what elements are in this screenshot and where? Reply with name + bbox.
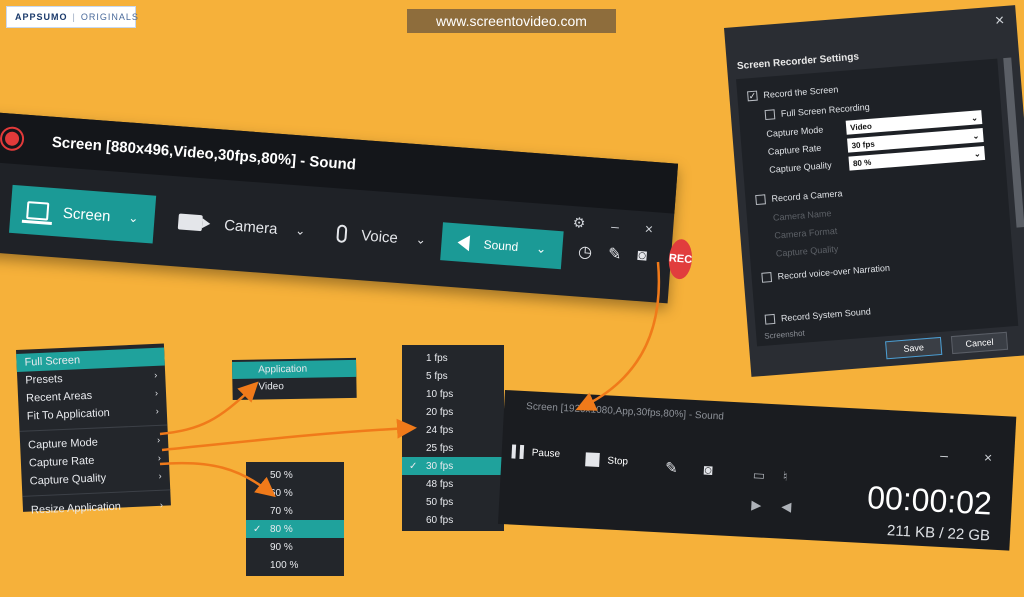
arrow-to-mode-submenu [159, 381, 259, 436]
arrow-to-fps-submenu [161, 418, 417, 452]
connector-arrows [159, 261, 661, 498]
arrow-to-quality-submenu [159, 461, 276, 498]
arrow-to-mini-recorder [575, 261, 661, 411]
